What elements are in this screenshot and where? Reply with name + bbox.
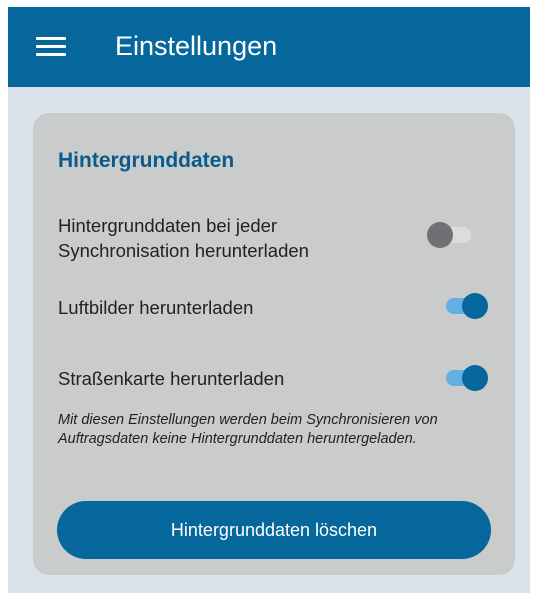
toggle-thumb — [462, 293, 488, 319]
background-data-card: Hintergrunddaten Hintergrunddaten bei je… — [33, 113, 515, 575]
page-title: Einstellungen — [115, 31, 278, 61]
toggle-thumb — [427, 222, 453, 248]
settings-note: Mit diesen Einstellungen werden beim Syn… — [58, 412, 438, 447]
toggle-sync-download[interactable] — [427, 220, 473, 250]
toggle-street-map[interactable] — [442, 363, 488, 393]
delete-background-data-button[interactable]: Hintergrunddaten löschen — [57, 501, 491, 559]
setting-label-sync-download: Hintergrunddaten bei jeder Synchronisati… — [58, 215, 309, 261]
menu-icon[interactable] — [36, 37, 66, 57]
setting-label-aerial-images: Luftbilder herunterladen — [58, 297, 254, 318]
menu-icon-bar — [36, 45, 66, 48]
menu-icon-bar — [36, 53, 66, 56]
app-bar: Einstellungen — [8, 7, 530, 87]
menu-icon-bar — [36, 37, 66, 40]
setting-label-street-map: Straßenkarte herunterladen — [58, 368, 285, 389]
settings-screen: Einstellungen Hintergrunddaten Hintergru… — [8, 7, 530, 593]
section-title: Hintergrunddaten — [58, 149, 235, 172]
toggle-aerial-images[interactable] — [442, 291, 488, 321]
toggle-thumb — [462, 365, 488, 391]
